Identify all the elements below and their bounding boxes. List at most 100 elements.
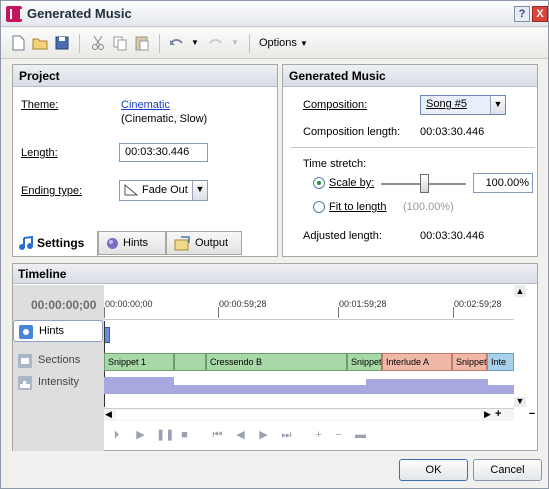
section-segment[interactable] [174,353,206,371]
composition-select[interactable]: Song #5 ▼ [420,95,506,115]
add-icon[interactable]: + [312,429,325,442]
close-button[interactable]: X [532,6,548,22]
output-icon [174,236,190,251]
track-sections-label: Sections [38,354,81,366]
ok-button[interactable]: OK [399,459,468,481]
play-icon[interactable]: ▶ [134,429,147,442]
scroll-track[interactable] [514,297,526,397]
project-header: Project [13,65,277,87]
undo-icon[interactable] [167,34,187,52]
theme-link[interactable]: Cinematic [121,99,170,111]
new-file-icon[interactable] [9,34,29,52]
scale-by-radio[interactable] [313,177,325,189]
title-bar: Generated Music ? X [1,1,548,27]
ending-type-value: Fade Out [142,184,188,196]
ruler-label: 00:02:59;28 [454,299,502,309]
track-intensity[interactable]: Intensity [13,372,103,394]
tab-hints[interactable]: Hints [98,231,166,255]
composition-length-label: Composition length: [303,126,401,138]
section-segment[interactable]: Inte [487,353,514,371]
timeline-header: Timeline [13,264,537,284]
undo-dropdown-icon[interactable]: ▼ [191,38,201,56]
chevron-down-icon[interactable]: ▼ [192,181,207,200]
track-hints-label: Hints [39,325,65,337]
tab-output-label: Output [195,237,229,249]
pause-icon[interactable]: ❚❚ [156,429,174,442]
project-panel: Project Theme: Cinematic (Cinematic, Slo… [12,64,278,257]
hints-track-icon [19,325,33,339]
section-segment[interactable]: Snippet [347,353,382,371]
scroll-left-icon[interactable]: ◀ [105,409,115,421]
open-folder-icon[interactable] [31,34,51,52]
scale-slider-thumb[interactable] [419,174,429,193]
ruler-tick [218,307,219,318]
stop-icon[interactable]: ■ [178,429,191,442]
scale-by-label: Scale by: [329,177,375,189]
play-from-start-icon[interactable]: ⏵ [110,429,123,442]
tab-settings-label: Settings [37,236,85,250]
generated-music-panel: Generated Music Composition: Song #5 ▼ C… [282,64,538,257]
tab-output[interactable]: Output [166,231,242,255]
scroll-up-icon[interactable]: ▲ [514,285,526,297]
ruler-label: 00:00:00;00 [105,299,153,309]
chevron-down-icon[interactable]: ▼ [490,96,505,114]
ruler-label: 00:00:59;28 [219,299,267,309]
section-segment[interactable]: Snippet [452,353,487,371]
timeline-vertical-scrollbar[interactable]: ▲ ▼ [514,285,526,407]
cancel-button[interactable]: Cancel [473,459,542,481]
go-to-end-icon[interactable]: ⏭ [280,429,293,442]
remove-icon[interactable]: − [332,429,345,442]
time-ruler[interactable]: 00:00:00;00 00:00:59;28 00:01:59;28 00:0… [104,285,514,320]
split-icon[interactable]: ▬ [354,429,367,442]
music-app-icon [6,6,22,22]
length-input[interactable]: 00:03:30.446 [119,143,208,162]
redo-dropdown-icon[interactable]: ▼ [231,38,241,56]
timeline-panel: Timeline 00:00:00;00 Hints Sections Inte… [12,263,538,451]
zoom-out-button[interactable]: − [526,408,538,421]
composition-length-value: 00:03:30.446 [420,126,485,138]
ending-type-select[interactable]: Fade Out ▼ [119,180,208,201]
save-icon[interactable] [53,34,73,52]
current-time: 00:00:00;00 [31,298,97,312]
scale-value-input[interactable]: 100.00% [473,173,533,193]
ruler-tick [453,307,454,318]
theme-label: Theme: [21,99,59,111]
section-segment[interactable]: Interlude A [382,353,452,371]
tab-settings[interactable]: Settings [12,231,98,257]
hints-icon [107,238,118,249]
scroll-thumb[interactable] [116,410,481,420]
section-segment[interactable]: Snippet 1 [104,353,174,371]
ruler-tick [104,307,105,318]
chevron-down-icon: ▼ [299,39,308,48]
track-hints[interactable]: Hints [13,320,103,342]
ruler-tick [338,307,339,318]
track-sections[interactable]: Sections [13,350,103,372]
theme-detail: (Cinematic, Slow) [121,113,208,125]
fit-to-length-label: Fit to length [329,201,387,213]
paste-icon[interactable] [133,34,153,52]
zoom-in-button[interactable]: + [495,409,505,421]
options-menu[interactable]: Options ▼ [259,37,308,49]
go-to-start-icon[interactable]: ⏮ [211,429,224,442]
section-segment[interactable]: Cressendo B [206,353,347,371]
previous-icon[interactable]: ◀ [234,429,247,442]
generated-music-window: Generated Music ? X ▼ ▼ Options ▼ Projec… [0,0,549,489]
next-icon[interactable]: ▶ [257,429,270,442]
redo-icon[interactable] [207,34,227,52]
music-note-icon [19,235,33,250]
copy-icon[interactable] [111,34,131,52]
scroll-down-icon[interactable]: ▼ [514,395,526,407]
toolbar: ▼ ▼ Options ▼ [1,28,548,59]
intensity-graph[interactable] [104,372,514,394]
transport-controls: ⏵ ▶ ❚❚ ■ ⏮ ◀ ▶ ⏭ + − ▬ [104,427,514,447]
cut-icon[interactable] [89,34,109,52]
fit-to-length-radio[interactable] [313,201,325,213]
ruler-label: 00:01:59;28 [339,299,387,309]
scroll-right-icon[interactable]: ▶ [484,409,494,421]
timeline-horizontal-scrollbar[interactable]: ◀ ▶ + [104,408,514,421]
options-label: Options [259,37,297,49]
sections-track-icon [18,354,32,368]
length-label: Length: [21,147,58,159]
fade-out-icon [124,184,138,196]
help-button[interactable]: ? [514,6,530,22]
